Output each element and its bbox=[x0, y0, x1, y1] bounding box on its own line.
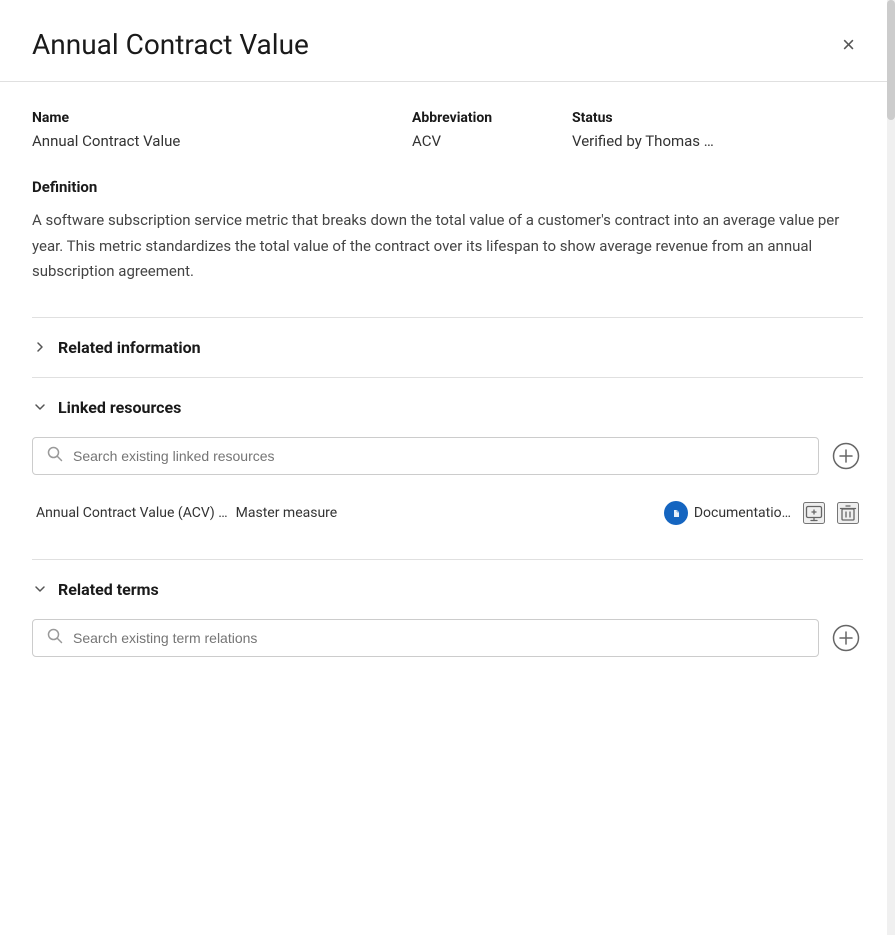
name-label: Name bbox=[32, 110, 372, 126]
related-information-header[interactable]: Related information bbox=[32, 334, 863, 361]
linked-resources-header[interactable]: Linked resources bbox=[32, 394, 863, 421]
related-terms-add-button[interactable] bbox=[829, 621, 863, 655]
linked-resources-search-wrapper bbox=[32, 437, 819, 475]
related-information-section: Related information bbox=[32, 317, 863, 377]
related-terms-section: Related terms bbox=[32, 559, 863, 697]
resource-doc: Documentatio… bbox=[664, 501, 791, 525]
status-field-group: Status Verified by Thomas … bbox=[572, 110, 863, 150]
related-terms-search-row bbox=[32, 619, 863, 657]
abbreviation-label: Abbreviation bbox=[412, 110, 532, 126]
add-screen-button[interactable] bbox=[803, 502, 825, 524]
related-information-title: Related information bbox=[58, 338, 201, 357]
name-field-group: Name Annual Contract Value bbox=[32, 110, 372, 150]
resource-actions: Documentatio… bbox=[664, 501, 859, 525]
related-terms-title: Related terms bbox=[58, 580, 159, 599]
linked-resources-title: Linked resources bbox=[58, 398, 181, 417]
status-label: Status bbox=[572, 110, 863, 126]
scrollbar-thumb[interactable] bbox=[887, 0, 895, 120]
scrollbar-track[interactable] bbox=[887, 0, 895, 935]
related-terms-header[interactable]: Related terms bbox=[32, 576, 863, 603]
related-terms-search-icon bbox=[47, 628, 63, 648]
linked-resources-search-input[interactable] bbox=[73, 448, 804, 464]
related-terms-chevron-icon bbox=[32, 584, 48, 594]
linked-resources-section: Linked resources bbox=[32, 377, 863, 559]
resource-name: Annual Contract Value (ACV) … bbox=[36, 505, 228, 521]
linked-resources-chevron-icon bbox=[32, 402, 48, 412]
panel-title: Annual Contract Value bbox=[32, 28, 309, 61]
document-icon bbox=[664, 501, 688, 525]
related-terms-search-input[interactable] bbox=[73, 630, 804, 646]
fields-row: Name Annual Contract Value Abbreviation … bbox=[32, 110, 863, 150]
delete-resource-button[interactable] bbox=[837, 502, 859, 524]
definition-section: Definition A software subscription servi… bbox=[32, 178, 863, 285]
definition-text: A software subscription service metric t… bbox=[32, 208, 863, 285]
resource-doc-name: Documentatio… bbox=[694, 505, 791, 521]
abbreviation-field-group: Abbreviation ACV bbox=[412, 110, 532, 150]
resource-type: Master measure bbox=[236, 505, 338, 521]
related-terms-content bbox=[32, 603, 863, 681]
linked-resources-search-row bbox=[32, 437, 863, 475]
status-value: Verified by Thomas … bbox=[572, 132, 863, 150]
panel-body: Name Annual Contract Value Abbreviation … bbox=[0, 82, 895, 725]
related-information-chevron-icon bbox=[32, 340, 48, 354]
related-terms-search-wrapper bbox=[32, 619, 819, 657]
linked-resources-add-button[interactable] bbox=[829, 439, 863, 473]
definition-label: Definition bbox=[32, 178, 863, 196]
linked-resource-item: Annual Contract Value (ACV) … Master mea… bbox=[32, 491, 863, 535]
panel-header: Annual Contract Value × bbox=[0, 0, 895, 82]
name-value: Annual Contract Value bbox=[32, 132, 372, 150]
linked-resources-content: Annual Contract Value (ACV) … Master mea… bbox=[32, 421, 863, 543]
detail-panel: Annual Contract Value × Name Annual Cont… bbox=[0, 0, 895, 935]
close-button[interactable]: × bbox=[834, 30, 863, 60]
linked-resources-search-icon bbox=[47, 446, 63, 466]
abbreviation-value: ACV bbox=[412, 132, 532, 150]
